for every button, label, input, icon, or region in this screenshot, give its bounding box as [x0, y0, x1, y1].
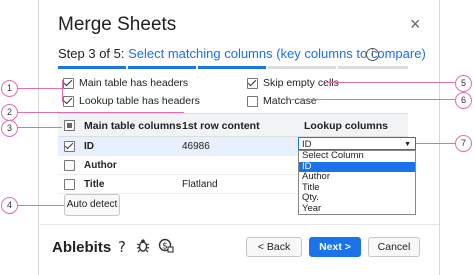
- dropdown-option[interactable]: Select Column: [299, 150, 415, 162]
- dialog-title: Merge Sheets: [58, 14, 177, 35]
- row-checkbox-author[interactable]: [64, 160, 75, 171]
- row-first-content: Flatland: [182, 179, 218, 190]
- row-column-name: ID: [84, 141, 94, 152]
- row-checkbox-id[interactable]: [64, 141, 75, 152]
- cancel-button[interactable]: Cancel: [368, 237, 420, 257]
- skip-empty-label: Skip empty cells: [263, 77, 339, 89]
- ablebits-logo: Ablebits: [52, 239, 112, 256]
- callout-1: 1: [1, 80, 18, 97]
- match-case-checkbox[interactable]: [247, 95, 258, 107]
- main-headers-label: Main table has headers: [79, 77, 189, 89]
- select-all-checkbox[interactable]: [64, 120, 75, 131]
- dropdown-option[interactable]: Year: [299, 203, 415, 215]
- dropdown-option[interactable]: Qty.: [299, 192, 415, 204]
- callout-2: 2: [1, 104, 18, 121]
- callout-3: 3: [1, 120, 18, 137]
- lookup-headers-option[interactable]: Lookup table has headers: [63, 95, 200, 107]
- header-lookup-columns: Lookup columns: [304, 120, 388, 132]
- table-header-row: Main table columns 1st row content Looku…: [58, 113, 408, 137]
- footer-divider: [38, 224, 439, 225]
- progress-segment-5: [338, 66, 408, 69]
- header-first-row: 1st row content: [182, 120, 260, 132]
- dropdown-option[interactable]: Author: [299, 171, 415, 183]
- callout-line-6: [290, 99, 455, 100]
- step-description: Select matching columns (key columns to …: [128, 46, 426, 61]
- row-column-name: Title: [84, 179, 105, 190]
- callout-line-5: [325, 82, 455, 83]
- callout-line-1: [14, 88, 64, 89]
- step-prefix: Step 3 of 5:: [58, 46, 129, 61]
- row-first-content: 46986: [182, 141, 210, 152]
- progress-segment-4: [268, 66, 336, 69]
- lookup-select-value: ID: [302, 139, 312, 150]
- lookup-dropdown-list: Select Column ID Author Title Qty. Year: [298, 150, 416, 215]
- bug-icon[interactable]: [136, 238, 150, 257]
- match-case-label: Match case: [263, 95, 317, 107]
- next-button[interactable]: Next >: [309, 237, 361, 257]
- callout-line-3: [14, 127, 62, 128]
- main-headers-checkbox[interactable]: [63, 77, 74, 89]
- lookup-headers-label: Lookup table has headers: [79, 95, 200, 107]
- header-main-columns: Main table columns: [84, 120, 182, 132]
- main-headers-option[interactable]: Main table has headers: [63, 77, 188, 89]
- info-icon[interactable]: i: [366, 48, 379, 61]
- progress-segment-3: [198, 66, 266, 69]
- privacy-icon[interactable]: $: [158, 238, 174, 257]
- progress-segment-1: [58, 66, 126, 69]
- lookup-headers-checkbox[interactable]: [63, 95, 74, 107]
- callout-5: 5: [455, 75, 472, 92]
- progress-segment-2: [128, 66, 196, 69]
- skip-empty-option[interactable]: Skip empty cells: [247, 77, 339, 89]
- callout-line-7: [416, 143, 456, 144]
- svg-text:$: $: [162, 242, 168, 252]
- lookup-column-select[interactable]: ID ▼: [298, 137, 416, 150]
- callout-line-2: [14, 112, 184, 113]
- help-icon[interactable]: ?: [118, 238, 126, 256]
- callout-4: 4: [1, 197, 18, 214]
- callout-line-4: [14, 205, 64, 206]
- callout-bracket-1: [62, 80, 63, 102]
- row-column-name: Author: [84, 160, 117, 171]
- close-icon[interactable]: ×: [410, 14, 421, 35]
- auto-detect-button[interactable]: Auto detect: [64, 194, 120, 216]
- match-case-option[interactable]: Match case: [247, 95, 317, 107]
- callout-7: 7: [455, 135, 472, 152]
- skip-empty-checkbox[interactable]: [247, 77, 258, 89]
- back-button[interactable]: < Back: [246, 237, 302, 257]
- callout-6: 6: [455, 92, 472, 109]
- row-checkbox-title[interactable]: [64, 179, 75, 190]
